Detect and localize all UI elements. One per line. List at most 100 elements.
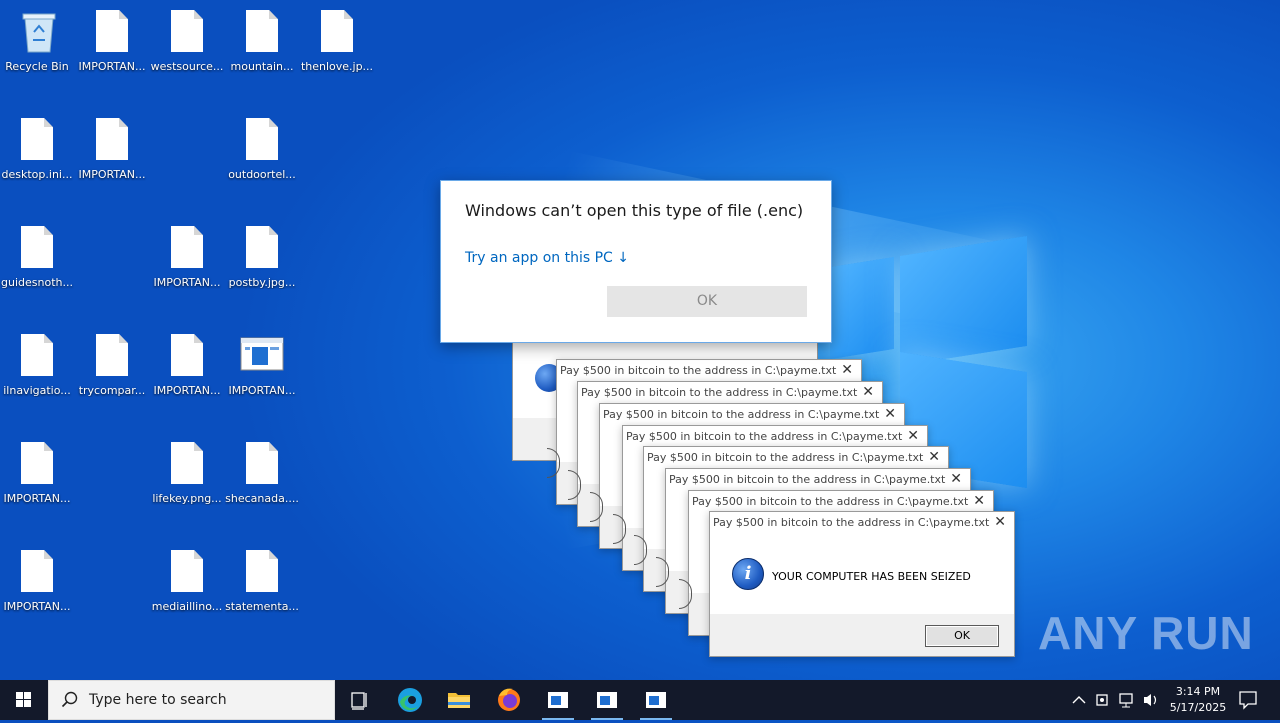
file-icon — [21, 118, 53, 160]
meet-now-button[interactable] — [1092, 680, 1114, 720]
desktop-icon[interactable]: postby.jpg... — [225, 218, 299, 316]
edge-icon — [398, 688, 422, 712]
ok-button[interactable]: OK — [925, 625, 999, 647]
desktop-icon-label: thenlove.jp... — [300, 60, 374, 73]
desktop-icon-label: ilnavigatio... — [3, 384, 71, 397]
msgbox-taskbar-button-1[interactable] — [534, 680, 582, 720]
close-icon[interactable]: ✕ — [928, 449, 940, 465]
file-icon — [246, 550, 278, 592]
taskbar-search-box[interactable]: Type here to search — [48, 680, 335, 720]
message-box-title: Pay $500 in bitcoin to the address in C:… — [626, 430, 903, 443]
msgbox-taskbar-button-3[interactable] — [632, 680, 680, 720]
file-icon — [171, 550, 203, 592]
close-icon[interactable]: ✕ — [862, 384, 874, 400]
search-placeholder: Type here to search — [89, 692, 227, 708]
desktop-icon[interactable]: IMPORTAN... — [75, 110, 149, 208]
message-text: YOUR COMPUTER HAS BEEN SEIZED — [772, 570, 971, 583]
desktop-icon-label: Recycle Bin — [5, 60, 69, 73]
desktop-icon-label: trycompar... — [78, 384, 146, 397]
edge-taskbar-button[interactable] — [386, 680, 434, 720]
firefox-icon — [498, 688, 520, 711]
close-icon[interactable]: ✕ — [950, 471, 962, 487]
desktop-icon-label: westsource... — [150, 60, 224, 73]
message-box-title: Pay $500 in bitcoin to the address in C:… — [581, 386, 858, 399]
desktop-icon[interactable]: ilnavigatio... — [0, 326, 74, 424]
file-explorer-button[interactable] — [435, 680, 483, 720]
close-icon[interactable]: ✕ — [884, 406, 896, 422]
file-icon — [21, 226, 53, 268]
desktop-icon[interactable]: mediaillino... — [150, 542, 224, 640]
message-box-title: Pay $500 in bitcoin to the address in C:… — [560, 364, 837, 377]
desktop-icon[interactable]: lifekey.png... — [150, 434, 224, 532]
open-with-dialog: Windows can’t open this type of file (.e… — [440, 180, 832, 343]
taskbar-clock[interactable]: 3:14 PM 5/17/2025 — [1163, 684, 1233, 716]
file-icon — [96, 334, 128, 376]
app-window-icon — [597, 692, 617, 708]
file-icon — [96, 118, 128, 160]
show-hidden-icons-button[interactable] — [1068, 680, 1090, 720]
desktop-icon[interactable]: westsource... — [150, 2, 224, 100]
desktop-icon-label: IMPORTAN... — [78, 168, 146, 181]
anyrun-watermark: ANY RUN — [1038, 607, 1254, 659]
desktop-icon[interactable]: thenlove.jp... — [300, 2, 374, 100]
desktop-icon-label: IMPORTAN... — [153, 276, 221, 289]
desktop-icon-label: guidesnoth... — [1, 276, 73, 289]
start-button[interactable] — [0, 680, 48, 720]
desktop-icon[interactable]: shecanada.... — [225, 434, 299, 532]
network-button[interactable] — [1116, 680, 1138, 720]
desktop-icon-label: desktop.ini... — [1, 168, 73, 181]
dialog-title: Windows can’t open this type of file (.e… — [465, 201, 804, 220]
firefox-button[interactable] — [485, 680, 533, 720]
info-icon: i — [732, 558, 764, 590]
desktop-icon-label: IMPORTAN... — [78, 60, 146, 73]
desktop-icon-label: outdoortel... — [228, 168, 296, 181]
desktop-icon[interactable]: Recycle Bin — [0, 2, 74, 100]
file-icon — [171, 226, 203, 268]
desktop-icon[interactable]: IMPORTAN... — [150, 218, 224, 316]
dialog-ok-button[interactable]: OK — [607, 286, 807, 317]
desktop-icon[interactable]: mountain... — [225, 2, 299, 100]
speaker-icon — [1144, 694, 1157, 706]
file-icon — [246, 118, 278, 160]
action-center-button[interactable] — [1236, 680, 1260, 720]
network-icon — [1119, 693, 1133, 708]
desktop-icon[interactable]: IMPORTAN... — [0, 434, 74, 532]
desktop-icon-label: shecanada.... — [225, 492, 299, 505]
desktop-icon[interactable]: statementa... — [225, 542, 299, 640]
clock-date: 5/17/2025 — [1169, 701, 1227, 714]
folder-icon — [448, 693, 470, 708]
desktop-icon-label: lifekey.png... — [152, 492, 222, 505]
file-icon — [21, 334, 53, 376]
desktop-icon[interactable]: desktop.ini... — [0, 110, 74, 208]
task-view-icon — [351, 692, 367, 710]
desktop-icon[interactable]: IMPORTAN... — [150, 326, 224, 424]
file-icon — [246, 226, 278, 268]
message-box-title: Pay $500 in bitcoin to the address in C:… — [647, 451, 924, 464]
message-box-title: Pay $500 in bitcoin to the address in C:… — [692, 495, 969, 508]
desktop-icon[interactable]: guidesnoth... — [0, 218, 74, 316]
camera-icon — [1096, 694, 1108, 706]
task-view-button[interactable] — [336, 680, 384, 720]
desktop-icon[interactable]: IMPORTAN... — [75, 2, 149, 100]
taskbar: Type here to search 3:14 PM 5/17/2025 — [0, 680, 1280, 720]
desktop-icon[interactable]: trycompar... — [75, 326, 149, 424]
close-icon[interactable]: ✕ — [973, 493, 985, 509]
desktop-icon-label: IMPORTAN... — [228, 384, 296, 397]
msgbox-taskbar-button-2[interactable] — [583, 680, 631, 720]
close-icon[interactable]: ✕ — [841, 362, 853, 378]
desktop-icon-label: IMPORTAN... — [153, 384, 221, 397]
file-icon — [171, 442, 203, 484]
desktop-icon-label: postby.jpg... — [228, 276, 296, 289]
app-window-icon — [646, 692, 666, 708]
desktop-icon[interactable]: IMPORTAN... — [0, 542, 74, 640]
desktop-icon[interactable]: IMPORTAN... — [225, 326, 299, 424]
app-window-icon — [548, 692, 568, 708]
close-icon[interactable]: ✕ — [994, 514, 1006, 530]
try-app-link[interactable]: Try an app on this PC ↓ — [465, 250, 629, 266]
desktop-icon-label: mountain... — [230, 60, 294, 73]
file-icon — [21, 550, 53, 592]
desktop-icon-label: statementa... — [225, 600, 299, 613]
volume-button[interactable] — [1140, 680, 1162, 720]
close-icon[interactable]: ✕ — [907, 428, 919, 444]
desktop-icon[interactable]: outdoortel... — [225, 110, 299, 208]
